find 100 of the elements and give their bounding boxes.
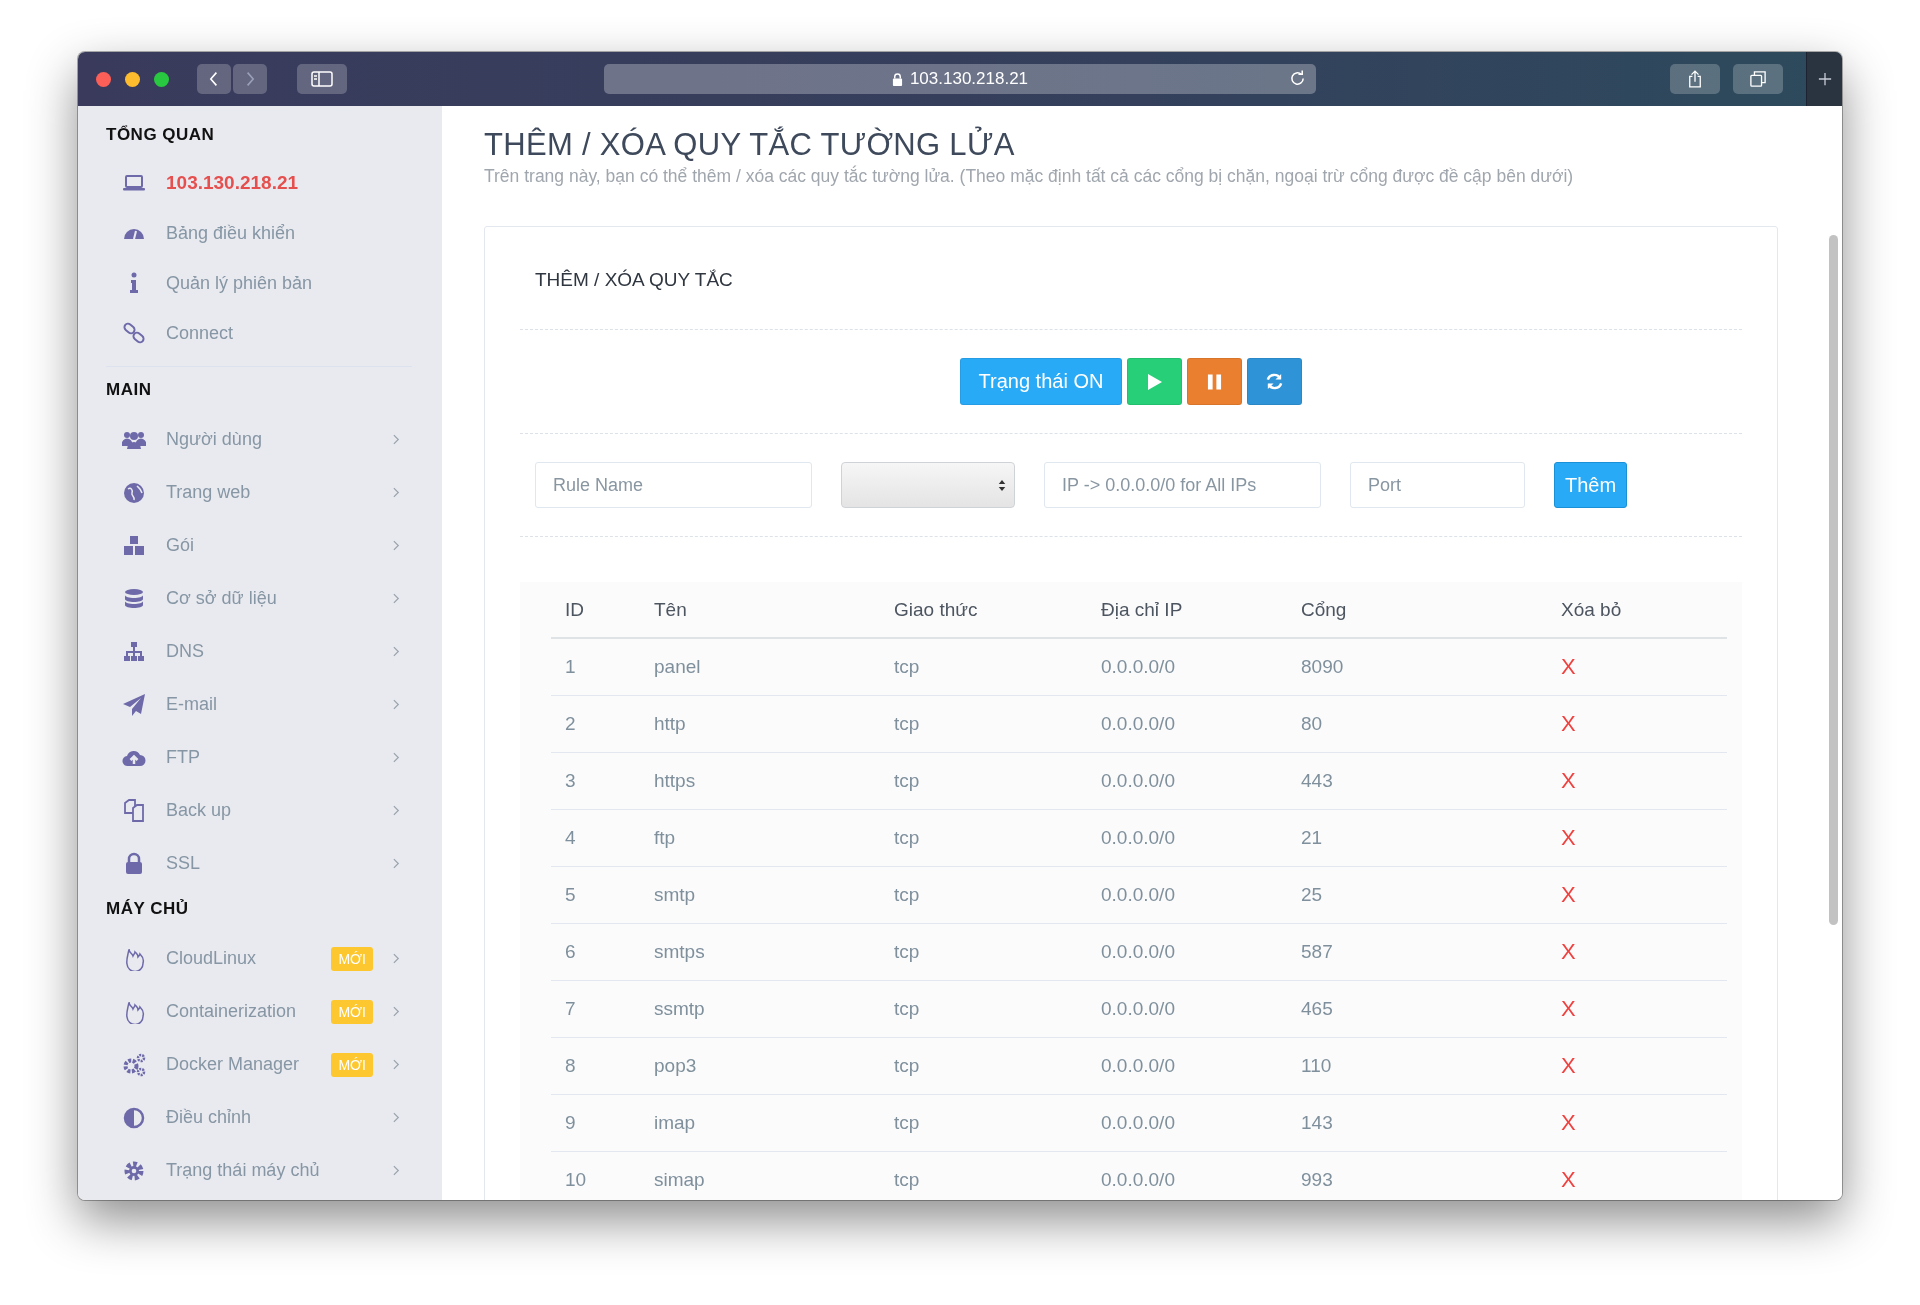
table-cell: 110 — [1301, 1055, 1332, 1076]
sidebar-item[interactable]: Trang web — [106, 466, 422, 519]
start-button[interactable] — [1127, 358, 1183, 405]
add-button[interactable]: Thêm — [1554, 462, 1627, 508]
delete-link[interactable]: X — [1561, 711, 1576, 736]
table-cell: 21 — [1301, 827, 1323, 848]
table-cell: 7 — [565, 998, 576, 1019]
table-cell: 443 — [1301, 770, 1333, 791]
table-cell: tcp — [894, 941, 920, 962]
table-cell: ssmtp — [654, 998, 705, 1019]
delete-link[interactable]: X — [1561, 1053, 1576, 1078]
table-cell: 465 — [1301, 998, 1333, 1019]
sidebar-item[interactable]: SSL — [106, 837, 422, 890]
table-cell: 0.0.0.0/0 — [1101, 1112, 1175, 1133]
table-cell: pop3 — [654, 1055, 697, 1076]
address-bar[interactable]: 103.130.218.21 — [604, 64, 1316, 94]
chevron-left-icon — [209, 71, 219, 87]
sidebar-item[interactable]: DNS — [106, 625, 422, 678]
table-cell: http — [654, 713, 686, 734]
table-cell: 3 — [565, 770, 576, 791]
ip-field[interactable]: IP -> 0.0.0.0/0 for All IPs — [1044, 462, 1321, 508]
share-button[interactable] — [1670, 64, 1720, 94]
reload-icon[interactable] — [1289, 70, 1306, 87]
table-cell: 0.0.0.0/0 — [1101, 998, 1175, 1019]
database-icon — [122, 586, 146, 611]
table-cell: https — [654, 770, 696, 791]
sidebar-item[interactable]: Người dùng — [106, 413, 422, 466]
table-cell: 993 — [1301, 1169, 1333, 1190]
delete-link[interactable]: X — [1561, 1110, 1576, 1135]
table-cell: tcp — [894, 713, 920, 734]
table-cell: smtps — [654, 941, 705, 962]
port-field[interactable]: Port — [1350, 462, 1525, 508]
sidebar-heading: MÁY CHỦ — [106, 898, 190, 920]
sidebar-item[interactable]: Docker Manager MỚI — [106, 1038, 422, 1091]
sidebar-item[interactable]: FTP — [106, 731, 422, 784]
page-description: Trên trang này, bạn có thể thêm / xóa các quy tắc tường lửa. (Theo mặc định tất cả các cổng bị chặn, ngoại trừ cổng được đề cập bên dưới) — [484, 166, 1575, 187]
rule-name-field[interactable]: Rule Name — [535, 462, 812, 508]
table-cell: tcp — [894, 1055, 920, 1076]
sidebar-item[interactable]: Bảng điều khiển — [106, 208, 422, 258]
sidebar-item[interactable]: CloudLinux MỚI — [106, 932, 422, 985]
scrollbar[interactable] — [1829, 235, 1838, 925]
tabs-icon — [1750, 71, 1766, 87]
table-cell: tcp — [894, 1112, 920, 1133]
gears-icon — [122, 1052, 146, 1077]
chevron-right-icon — [245, 71, 255, 87]
table-cell: 10 — [565, 1169, 587, 1190]
new-badge: MỚI — [331, 946, 373, 971]
table-cell: simap — [654, 1169, 705, 1190]
stop-button[interactable] — [1187, 358, 1243, 405]
paper-plane-icon — [122, 692, 146, 717]
sidebar-item[interactable]: Cơ sở dữ liệu — [106, 572, 422, 625]
minimize-button[interactable] — [125, 71, 140, 87]
status-button[interactable]: Trạng thái ON — [959, 358, 1123, 405]
sidebar-item[interactable]: Gói — [106, 519, 422, 572]
card-title: THÊM / XÓA QUY TẮC — [534, 269, 734, 292]
reload-button[interactable] — [1247, 358, 1303, 405]
sidebar-item[interactable]: 103.130.218.21 — [106, 158, 422, 208]
tabs-button[interactable] — [1733, 64, 1783, 94]
zoom-button[interactable] — [154, 71, 169, 87]
table-cell: 6 — [565, 941, 576, 962]
column-header: Cổng — [1287, 582, 1547, 638]
sidebar-item[interactable]: E-mail — [106, 678, 422, 731]
delete-link[interactable]: X — [1561, 825, 1576, 850]
back-button[interactable] — [197, 64, 231, 94]
column-header: Địa chỉ IP — [1087, 582, 1287, 638]
new-tab-button[interactable] — [1806, 52, 1842, 106]
cubes-icon — [122, 533, 146, 558]
table-cell: smtp — [654, 884, 696, 905]
pause-icon — [1207, 372, 1223, 391]
table-cell: 2 — [565, 713, 576, 734]
table-cell: 25 — [1301, 884, 1323, 905]
table-cell: 0.0.0.0/0 — [1101, 884, 1175, 905]
table-cell: 4 — [565, 827, 576, 848]
sidebar-item[interactable]: Back up — [106, 784, 422, 837]
sidebar-item[interactable]: Điều chỉnh — [106, 1091, 422, 1144]
table-cell: tcp — [894, 656, 920, 677]
sidebar-item[interactable]: Connect — [106, 308, 422, 358]
lock-icon — [891, 72, 903, 86]
table-cell: tcp — [894, 770, 920, 791]
forward-button[interactable] — [233, 64, 267, 94]
table-cell: 1 — [565, 656, 576, 677]
sidebar-icon — [311, 71, 333, 87]
delete-link[interactable]: X — [1561, 996, 1576, 1021]
sidebar-item[interactable]: Containerization MỚI — [106, 985, 422, 1038]
sidebar-item[interactable]: Trạng thái máy chủ — [106, 1144, 422, 1197]
delete-link[interactable]: X — [1561, 882, 1576, 907]
refresh-icon — [1265, 372, 1285, 391]
delete-link[interactable]: X — [1561, 768, 1576, 793]
plus-icon — [1817, 72, 1832, 86]
close-button[interactable] — [96, 71, 111, 87]
delete-link[interactable]: X — [1561, 654, 1576, 679]
delete-link[interactable]: X — [1561, 1167, 1576, 1192]
half-circle-icon — [122, 1105, 146, 1130]
page-title: THÊM / XÓA QUY TẮC TƯỜNG LỬA — [484, 126, 1016, 164]
copy-icon — [122, 798, 146, 823]
table-cell: 587 — [1301, 941, 1333, 962]
play-icon — [1146, 372, 1163, 391]
sidebar-toggle-button[interactable] — [297, 64, 347, 94]
delete-link[interactable]: X — [1561, 939, 1576, 964]
sidebar-item[interactable]: Quản lý phiên bản — [106, 258, 422, 308]
